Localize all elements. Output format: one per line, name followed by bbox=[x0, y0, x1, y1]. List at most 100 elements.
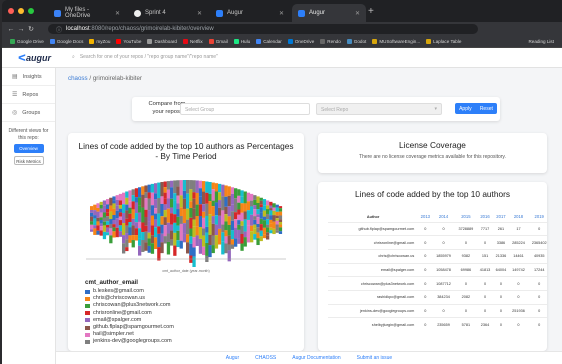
repo-search[interactable]: ⌕ Search for one of your repos / "repo g… bbox=[72, 54, 218, 60]
reset-button[interactable]: Reset bbox=[480, 106, 493, 112]
bookmark-item[interactable]: myZou bbox=[89, 39, 110, 44]
area-segment bbox=[224, 196, 228, 207]
area-segment bbox=[227, 216, 231, 225]
group-select[interactable]: Select Group bbox=[180, 103, 310, 115]
apply-button[interactable]: Apply bbox=[459, 106, 472, 112]
sidebar-item-insights[interactable]: ▤ Insights bbox=[2, 68, 55, 86]
loc-value-cell: 69986 bbox=[454, 262, 478, 277]
browser-tab-active[interactable]: Augur ✕ bbox=[292, 4, 366, 22]
bookmark-item[interactable]: Hulu bbox=[233, 39, 250, 44]
area-segment bbox=[163, 198, 167, 205]
loc-value-cell: 0 bbox=[477, 303, 493, 318]
area-segment bbox=[131, 189, 135, 196]
column-header-year[interactable]: 2017 bbox=[493, 212, 509, 222]
area-segment bbox=[106, 216, 110, 222]
apply-reset-buttons: Apply Reset bbox=[455, 103, 497, 114]
close-tab-icon[interactable]: ✕ bbox=[279, 10, 284, 17]
close-tab-icon[interactable]: ✕ bbox=[355, 10, 360, 17]
bookmark-item[interactable]: Google Drive bbox=[10, 39, 44, 44]
sidebar-item-repos[interactable]: ☰ Repos bbox=[2, 86, 55, 104]
legend-entry: chris@chriscowan.us bbox=[85, 295, 174, 302]
maximize-window-icon[interactable] bbox=[28, 8, 34, 14]
area-segment bbox=[150, 243, 155, 254]
area-segment bbox=[147, 221, 151, 233]
close-tab-icon[interactable]: ✕ bbox=[115, 10, 120, 17]
risk-metrics-button[interactable]: Risk Metrics bbox=[13, 156, 44, 165]
area-segment bbox=[112, 220, 116, 225]
sidebar-item-groups[interactable]: ◎ Groups bbox=[2, 104, 55, 122]
bookmark-item[interactable]: Godot bbox=[346, 39, 366, 44]
loc-value-cell: 0 bbox=[492, 276, 509, 291]
area-segment bbox=[202, 204, 206, 212]
area-segment bbox=[237, 220, 241, 225]
area-segment bbox=[192, 192, 196, 199]
footer-link-issue[interactable]: Submit an issue bbox=[357, 355, 393, 361]
area-segment bbox=[134, 228, 139, 236]
area-segment bbox=[230, 199, 235, 205]
url-field[interactable]: ⓘ localhost:8080/repo/chaoss/grimoirelab… bbox=[48, 24, 478, 34]
table-row: email@spalger.com 0 1058478 69986 41813 64004… bbox=[328, 262, 547, 277]
area-segment bbox=[147, 184, 151, 193]
footer-link-docs[interactable]: Augur Documentation bbox=[292, 355, 340, 361]
bookmark-item[interactable]: Gmail bbox=[208, 39, 228, 44]
area-segment bbox=[93, 204, 97, 211]
area-segment bbox=[218, 183, 222, 193]
sidebar: ▤ Insights ☰ Repos ◎ Groups Different views… bbox=[2, 68, 56, 364]
column-header-year[interactable]: 2014 bbox=[432, 212, 454, 222]
back-icon[interactable]: ← bbox=[6, 26, 16, 33]
bookmark-item[interactable]: MUSoftwareEngin... bbox=[372, 39, 420, 44]
area-segment bbox=[150, 225, 155, 236]
area-segment bbox=[230, 193, 235, 200]
reload-icon[interactable]: ↻ bbox=[26, 25, 36, 33]
minimize-window-icon[interactable] bbox=[18, 8, 24, 14]
loc-value-cell: 21336 bbox=[492, 248, 509, 264]
legend-label: chris@chriscowan.us bbox=[93, 295, 146, 302]
column-header-year[interactable]: 2013 bbox=[418, 212, 432, 222]
bookmark-item[interactable]: Dashboard bbox=[147, 39, 177, 44]
bookmark-item[interactable]: YouTube bbox=[116, 39, 141, 44]
overview-button[interactable]: Overview bbox=[13, 144, 44, 153]
column-header-year[interactable]: 2018 bbox=[509, 212, 528, 222]
area-segment bbox=[109, 219, 113, 224]
browser-tab[interactable]: Sprint 4 ✕ bbox=[128, 4, 208, 22]
area-segment bbox=[157, 198, 161, 214]
column-header-year[interactable]: 2019 bbox=[528, 212, 547, 222]
breadcrumb-group-link[interactable]: chaoss bbox=[68, 75, 88, 82]
area-segment bbox=[266, 224, 270, 228]
area-segment bbox=[208, 234, 212, 246]
forward-icon[interactable]: → bbox=[16, 26, 26, 33]
license-message: There are no license coverage metrics av… bbox=[359, 154, 506, 160]
area-segment bbox=[266, 209, 270, 214]
bookmark-item[interactable]: OneDrive bbox=[287, 39, 314, 44]
legend-label: jenkins-dev@googlegroups.com bbox=[93, 338, 172, 345]
footer-link-chaoss[interactable]: CHAOSS bbox=[255, 355, 276, 361]
bookmark-item[interactable]: Netflix bbox=[182, 39, 203, 44]
column-header-year[interactable]: 2015 bbox=[455, 212, 477, 222]
bookmark-item[interactable]: Rendo bbox=[320, 39, 341, 44]
loc-value-cell: 2365402 bbox=[528, 235, 547, 250]
area-segment bbox=[131, 201, 135, 210]
area-segment bbox=[147, 232, 151, 239]
area-segment bbox=[214, 191, 219, 203]
column-header-year[interactable]: 2016 bbox=[477, 212, 493, 222]
bookmark-item[interactable]: Google Docs bbox=[49, 39, 83, 44]
close-window-icon[interactable] bbox=[8, 8, 14, 14]
area-segment bbox=[262, 210, 267, 217]
area-segment bbox=[144, 185, 148, 193]
reading-list[interactable]: Reading List bbox=[528, 39, 554, 44]
area-segment bbox=[173, 245, 177, 256]
footer-link-augur[interactable]: Augur bbox=[226, 355, 239, 361]
bookmark-item[interactable]: Calendar bbox=[256, 39, 282, 44]
area-segment bbox=[234, 219, 238, 228]
close-tab-icon[interactable]: ✕ bbox=[197, 10, 202, 17]
area-segment bbox=[90, 229, 94, 232]
repo-select[interactable]: Select Repo ▾ bbox=[316, 103, 442, 115]
bookmark-item[interactable]: Laplace Table bbox=[426, 39, 461, 44]
augur-logo[interactable]: ᐸaugur bbox=[18, 53, 51, 64]
new-tab-button[interactable]: + bbox=[368, 6, 374, 17]
browser-tab[interactable]: Augur ✕ bbox=[210, 4, 290, 22]
search-placeholder: Search for one of your repos / "repo gro… bbox=[79, 54, 218, 60]
loc-value-cell: 251936 bbox=[508, 303, 529, 318]
area-segment bbox=[234, 227, 238, 239]
browser-tab[interactable]: My files - OneDrive ✕ bbox=[48, 4, 126, 22]
